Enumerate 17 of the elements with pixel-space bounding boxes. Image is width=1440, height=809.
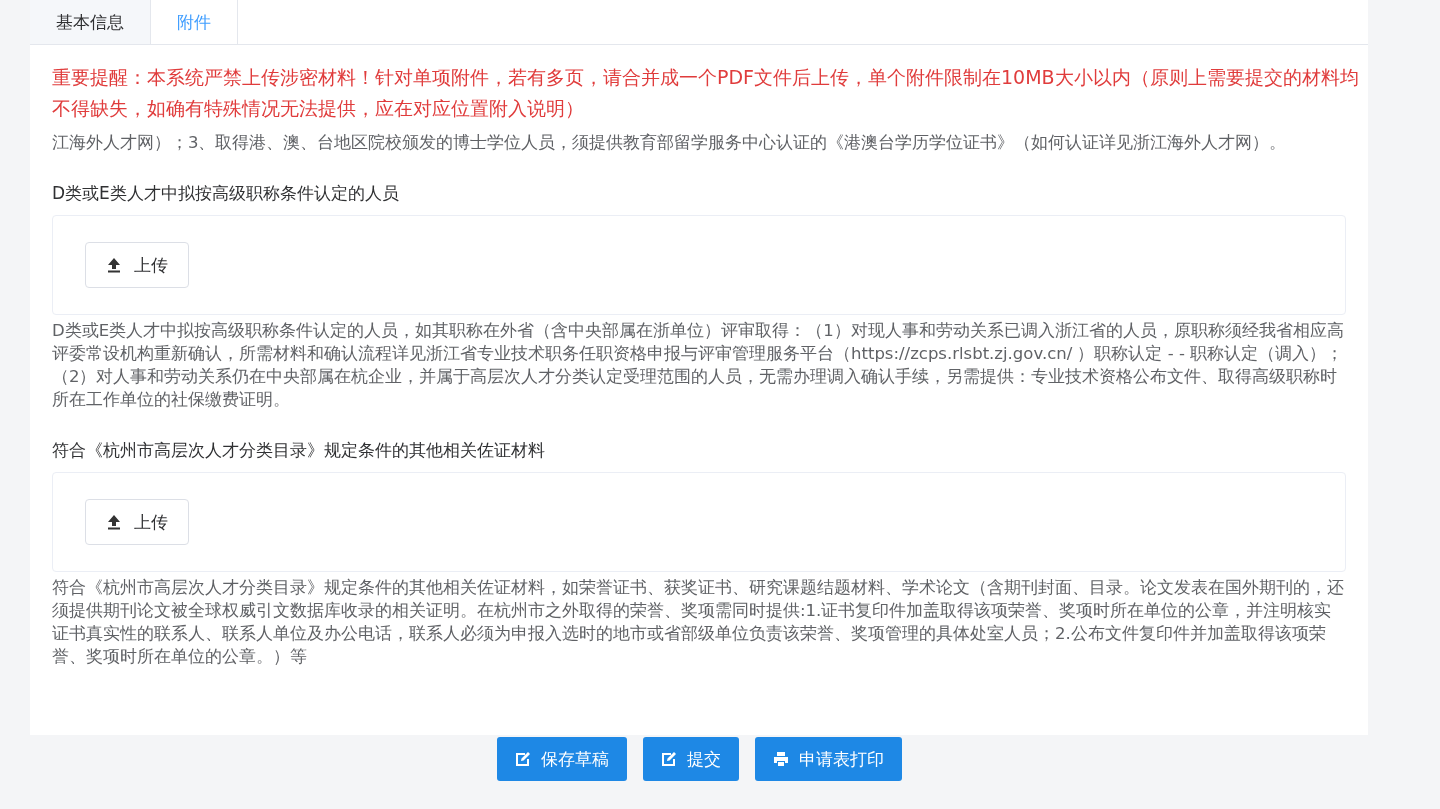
- upload-icon: [106, 514, 122, 530]
- edit-icon: [514, 751, 531, 767]
- description-text: D类或E类人才中拟按高级职称条件认定的人员，如其职称在外省（含中央部属在浙单位）评审取得：（1）对现人事和劳动关系已调入浙江省的人员，原职称须经我省相应高评委常设机构重新确认，所需材料和确认流程详见浙江省专业技术职务任职资格申报与评审管理服务平台（https://zcps.rlsbt.zj.gov.cn/ ）职称认定 - - 职称认定（调入）；（2）对人事和劳动关系仍在中央部属在杭企业，并属于高层次人才分类认定受理范围的人员，无需办理调入确认手续，另需提供：专业技术资格公布文件、取得高级职称时所在工作单位的社保缴费证明。: [52, 320, 1345, 411]
- tab[interactable]: 基本信息: [30, 0, 150, 44]
- description-text: 符合《杭州市高层次人才分类目录》规定条件的其他相关佐证材料，如荣誉证书、获奖证书、研究课题结题材料、学术论文（含期刊封面、目录。论文发表在国外期刊的，还须提供期刊论文被全球权威引文数据库收录的相关证明。在杭州市之外取得的荣誉、奖项需同时提供:1.证书复印件加盖取得该项荣誉、奖项时所在单位的公章，并注明核实证书真实性的联系人、联系人单位及办公电话，联系人必须为申报入选时的地市或省部级单位负责该荣誉、奖项管理的具体处室人员；2.公布文件复印件并加盖取得该项荣誉、奖项时所在单位的公章。）等: [52, 577, 1345, 668]
- tab[interactable]: 附件: [150, 0, 238, 44]
- edit-icon: [660, 751, 677, 767]
- section-title: 符合《杭州市高层次人才分类目录》规定条件的其他相关佐证材料: [52, 439, 546, 462]
- upload-button[interactable]: 上传: [85, 499, 189, 545]
- action-button[interactable]: 保存草稿: [496, 737, 627, 781]
- printer-icon: [772, 751, 789, 767]
- section-title: D类或E类人才中拟按高级职称条件认定的人员: [52, 182, 400, 205]
- upload-button[interactable]: 上传: [85, 242, 189, 288]
- action-button[interactable]: 提交: [642, 737, 739, 781]
- description-text: 江海外人才网）；3、取得港、澳、台地区院校颁发的博士学位人员，须提供教育部留学服务中心认证的《港澳台学历学位证书》（如何认证详见浙江海外人才网）。: [52, 132, 1288, 154]
- action-button[interactable]: 申请表打印: [754, 737, 902, 781]
- upload-icon: [106, 257, 122, 273]
